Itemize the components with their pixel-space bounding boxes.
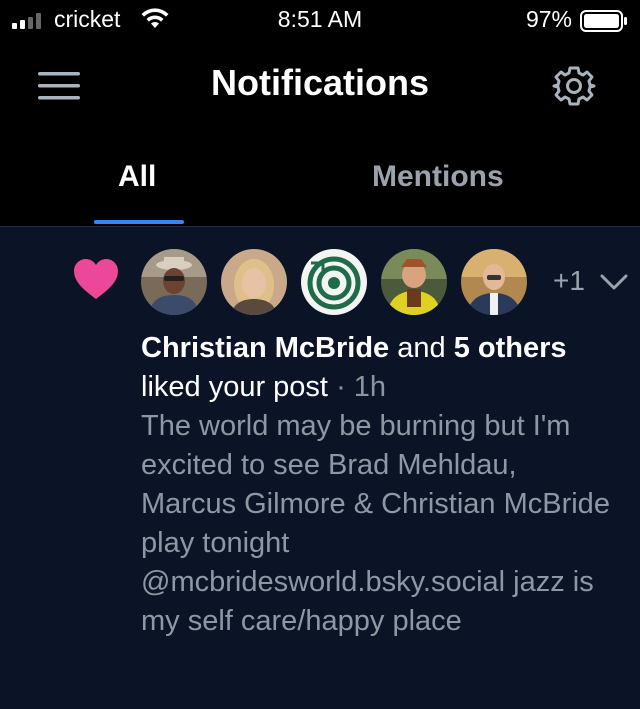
avatar[interactable] <box>219 247 289 317</box>
avatar[interactable] <box>299 247 369 317</box>
battery-percent: 97% <box>525 6 572 32</box>
notification-item[interactable]: +1 Christian McBride and 5 others liked … <box>0 226 640 709</box>
active-tab-indicator <box>94 220 184 224</box>
post-text[interactable]: The world may be burning but I'm excited… <box>141 407 611 641</box>
hamburger-menu-icon[interactable] <box>38 68 80 104</box>
avatar[interactable] <box>459 247 529 317</box>
tab-mentions[interactable]: Mentions <box>372 160 504 194</box>
avatar[interactable] <box>379 247 449 317</box>
app-header: Notifications <box>0 42 640 130</box>
notification-time: 1h <box>353 371 387 403</box>
connector-text: and <box>397 332 446 364</box>
notification-body: Christian McBride and 5 others liked you… <box>141 329 611 641</box>
heart-icon <box>74 259 118 299</box>
avatar[interactable] <box>139 247 209 317</box>
actor-name[interactable]: Christian McBride <box>141 332 389 364</box>
gear-icon[interactable] <box>552 64 596 108</box>
separator-dot: · <box>336 371 346 403</box>
notification-headline: Christian McBride and 5 others liked you… <box>141 329 611 407</box>
more-actors-count[interactable]: +1 <box>553 265 585 297</box>
status-bar: cricket 8:51 AM 97% <box>0 0 640 42</box>
chevron-down-icon[interactable] <box>599 271 629 293</box>
tab-all[interactable]: All <box>118 160 156 194</box>
action-text: liked your post <box>141 371 328 403</box>
page-title: Notifications <box>210 62 429 103</box>
others-count[interactable]: 5 others <box>454 332 567 364</box>
battery-icon <box>580 10 627 32</box>
tab-bar: All Mentions <box>0 130 640 226</box>
